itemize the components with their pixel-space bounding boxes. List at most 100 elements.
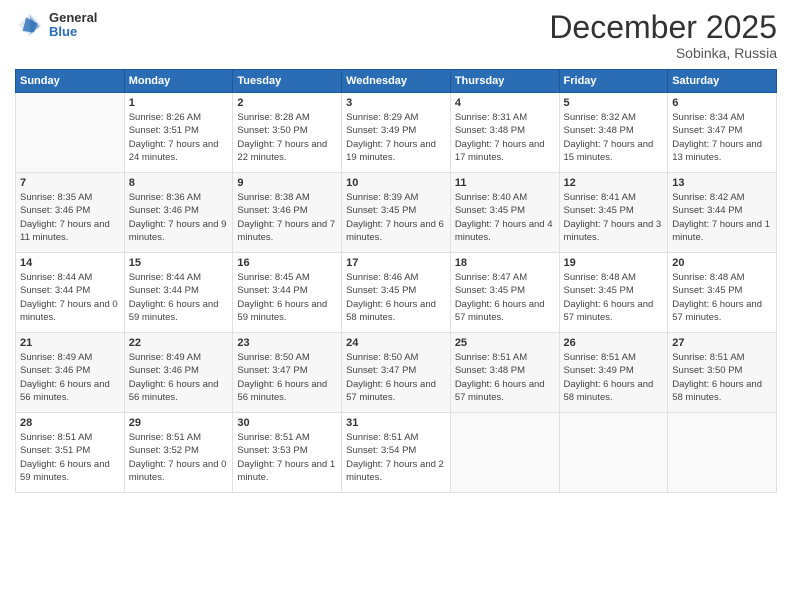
day-info: Sunrise: 8:29 AM Sunset: 3:49 PM Dayligh… [346, 111, 446, 164]
day-number: 21 [20, 337, 120, 349]
daylight-text: Daylight: 7 hours and 17 minutes. [455, 138, 555, 165]
daylight-text: Daylight: 7 hours and 9 minutes. [129, 218, 229, 245]
sunrise-text: Sunrise: 8:38 AM [237, 191, 337, 204]
sunset-text: Sunset: 3:46 PM [20, 364, 120, 377]
sunset-text: Sunset: 3:49 PM [346, 124, 446, 137]
daylight-text: Daylight: 6 hours and 57 minutes. [564, 298, 664, 325]
calendar-header-row: Sunday Monday Tuesday Wednesday Thursday… [16, 70, 777, 93]
table-row: 20 Sunrise: 8:48 AM Sunset: 3:45 PM Dayl… [668, 253, 777, 333]
day-info: Sunrise: 8:51 AM Sunset: 3:53 PM Dayligh… [237, 431, 337, 484]
day-number: 23 [237, 337, 337, 349]
day-info: Sunrise: 8:35 AM Sunset: 3:46 PM Dayligh… [20, 191, 120, 244]
day-number: 3 [346, 97, 446, 109]
table-row: 28 Sunrise: 8:51 AM Sunset: 3:51 PM Dayl… [16, 413, 125, 493]
sunset-text: Sunset: 3:46 PM [129, 364, 229, 377]
calendar-table: Sunday Monday Tuesday Wednesday Thursday… [15, 69, 777, 493]
daylight-text: Daylight: 7 hours and 6 minutes. [346, 218, 446, 245]
table-row: 15 Sunrise: 8:44 AM Sunset: 3:44 PM Dayl… [124, 253, 233, 333]
calendar-week-row: 14 Sunrise: 8:44 AM Sunset: 3:44 PM Dayl… [16, 253, 777, 333]
table-row: 13 Sunrise: 8:42 AM Sunset: 3:44 PM Dayl… [668, 173, 777, 253]
day-number: 12 [564, 177, 664, 189]
daylight-text: Daylight: 7 hours and 7 minutes. [237, 218, 337, 245]
daylight-text: Daylight: 7 hours and 15 minutes. [564, 138, 664, 165]
table-row: 8 Sunrise: 8:36 AM Sunset: 3:46 PM Dayli… [124, 173, 233, 253]
day-info: Sunrise: 8:47 AM Sunset: 3:45 PM Dayligh… [455, 271, 555, 324]
day-number: 4 [455, 97, 555, 109]
day-info: Sunrise: 8:51 AM Sunset: 3:50 PM Dayligh… [672, 351, 772, 404]
day-info: Sunrise: 8:26 AM Sunset: 3:51 PM Dayligh… [129, 111, 229, 164]
sunrise-text: Sunrise: 8:28 AM [237, 111, 337, 124]
day-info: Sunrise: 8:32 AM Sunset: 3:48 PM Dayligh… [564, 111, 664, 164]
table-row: 17 Sunrise: 8:46 AM Sunset: 3:45 PM Dayl… [342, 253, 451, 333]
daylight-text: Daylight: 7 hours and 13 minutes. [672, 138, 772, 165]
day-number: 16 [237, 257, 337, 269]
day-info: Sunrise: 8:38 AM Sunset: 3:46 PM Dayligh… [237, 191, 337, 244]
day-number: 15 [129, 257, 229, 269]
daylight-text: Daylight: 7 hours and 0 minutes. [129, 458, 229, 485]
day-info: Sunrise: 8:44 AM Sunset: 3:44 PM Dayligh… [129, 271, 229, 324]
table-row: 7 Sunrise: 8:35 AM Sunset: 3:46 PM Dayli… [16, 173, 125, 253]
sunrise-text: Sunrise: 8:51 AM [455, 351, 555, 364]
table-row: 26 Sunrise: 8:51 AM Sunset: 3:49 PM Dayl… [559, 333, 668, 413]
daylight-text: Daylight: 6 hours and 58 minutes. [346, 298, 446, 325]
sunset-text: Sunset: 3:45 PM [455, 204, 555, 217]
calendar-week-row: 1 Sunrise: 8:26 AM Sunset: 3:51 PM Dayli… [16, 93, 777, 173]
day-info: Sunrise: 8:49 AM Sunset: 3:46 PM Dayligh… [20, 351, 120, 404]
sunrise-text: Sunrise: 8:49 AM [20, 351, 120, 364]
daylight-text: Daylight: 6 hours and 56 minutes. [237, 378, 337, 405]
sunrise-text: Sunrise: 8:48 AM [672, 271, 772, 284]
day-info: Sunrise: 8:28 AM Sunset: 3:50 PM Dayligh… [237, 111, 337, 164]
sunrise-text: Sunrise: 8:44 AM [129, 271, 229, 284]
table-row: 4 Sunrise: 8:31 AM Sunset: 3:48 PM Dayli… [450, 93, 559, 173]
table-row: 22 Sunrise: 8:49 AM Sunset: 3:46 PM Dayl… [124, 333, 233, 413]
table-row: 19 Sunrise: 8:48 AM Sunset: 3:45 PM Dayl… [559, 253, 668, 333]
header: General Blue December 2025 Sobinka, Russ… [15, 10, 777, 61]
day-number: 27 [672, 337, 772, 349]
table-row [668, 413, 777, 493]
table-row: 23 Sunrise: 8:50 AM Sunset: 3:47 PM Dayl… [233, 333, 342, 413]
day-number: 26 [564, 337, 664, 349]
sunset-text: Sunset: 3:52 PM [129, 444, 229, 457]
day-number: 14 [20, 257, 120, 269]
day-number: 2 [237, 97, 337, 109]
table-row: 27 Sunrise: 8:51 AM Sunset: 3:50 PM Dayl… [668, 333, 777, 413]
table-row [450, 413, 559, 493]
sunset-text: Sunset: 3:45 PM [455, 284, 555, 297]
day-number: 11 [455, 177, 555, 189]
sunset-text: Sunset: 3:45 PM [346, 284, 446, 297]
day-number: 7 [20, 177, 120, 189]
sunset-text: Sunset: 3:47 PM [346, 364, 446, 377]
logo-general-text: General [49, 11, 97, 25]
sunrise-text: Sunrise: 8:51 AM [564, 351, 664, 364]
table-row: 14 Sunrise: 8:44 AM Sunset: 3:44 PM Dayl… [16, 253, 125, 333]
day-number: 5 [564, 97, 664, 109]
sunrise-text: Sunrise: 8:51 AM [346, 431, 446, 444]
table-row: 9 Sunrise: 8:38 AM Sunset: 3:46 PM Dayli… [233, 173, 342, 253]
sunset-text: Sunset: 3:45 PM [564, 204, 664, 217]
sunset-text: Sunset: 3:44 PM [20, 284, 120, 297]
day-info: Sunrise: 8:50 AM Sunset: 3:47 PM Dayligh… [237, 351, 337, 404]
sunset-text: Sunset: 3:50 PM [672, 364, 772, 377]
sunset-text: Sunset: 3:48 PM [564, 124, 664, 137]
day-info: Sunrise: 8:50 AM Sunset: 3:47 PM Dayligh… [346, 351, 446, 404]
col-thursday: Thursday [450, 70, 559, 93]
day-info: Sunrise: 8:46 AM Sunset: 3:45 PM Dayligh… [346, 271, 446, 324]
table-row [559, 413, 668, 493]
sunrise-text: Sunrise: 8:50 AM [346, 351, 446, 364]
sunrise-text: Sunrise: 8:50 AM [237, 351, 337, 364]
sunset-text: Sunset: 3:48 PM [455, 124, 555, 137]
sunset-text: Sunset: 3:46 PM [129, 204, 229, 217]
daylight-text: Daylight: 7 hours and 1 minute. [237, 458, 337, 485]
sunrise-text: Sunrise: 8:29 AM [346, 111, 446, 124]
sunrise-text: Sunrise: 8:51 AM [129, 431, 229, 444]
calendar-week-row: 7 Sunrise: 8:35 AM Sunset: 3:46 PM Dayli… [16, 173, 777, 253]
daylight-text: Daylight: 7 hours and 0 minutes. [20, 298, 120, 325]
day-info: Sunrise: 8:44 AM Sunset: 3:44 PM Dayligh… [20, 271, 120, 324]
day-number: 8 [129, 177, 229, 189]
location-subtitle: Sobinka, Russia [549, 45, 777, 61]
day-number: 29 [129, 417, 229, 429]
sunset-text: Sunset: 3:47 PM [237, 364, 337, 377]
day-info: Sunrise: 8:48 AM Sunset: 3:45 PM Dayligh… [564, 271, 664, 324]
sunset-text: Sunset: 3:45 PM [346, 204, 446, 217]
logo-text: General Blue [49, 11, 97, 40]
